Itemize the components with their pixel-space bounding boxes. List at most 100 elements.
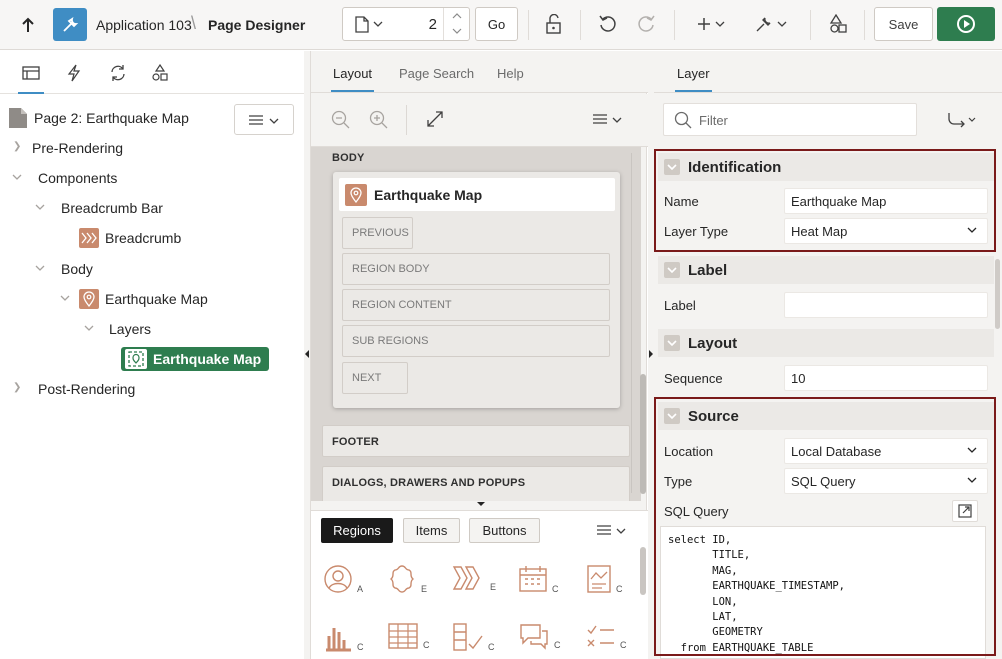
slot-dialogs-drawers-popups[interactable]: DIALOGS, DRAWERS AND POPUPS [322,466,630,501]
tree-page-node[interactable]: Page 2: Earthquake Map [8,106,189,130]
slot-footer[interactable]: FOOTER [322,425,630,457]
tab-page-search[interactable]: Page Search [399,66,474,81]
tree-item-components[interactable]: Components [12,166,117,190]
chevron-down-icon[interactable] [664,408,680,424]
chevron-down-icon[interactable] [60,295,70,301]
label-field[interactable] [784,292,988,318]
location-select[interactable]: Local Database [784,438,988,464]
type-select[interactable]: SQL Query [784,468,988,494]
hamburger-icon[interactable] [593,114,607,124]
tab-layer[interactable]: Layer [675,66,712,92]
tree-label: Earthquake Map [153,351,262,367]
undo-icon[interactable] [596,12,620,36]
gallery-item-avatar[interactable]: A [323,564,363,594]
group-label[interactable]: Label [658,256,994,284]
page-stepper[interactable] [443,8,469,40]
region-card-header[interactable]: Earthquake Map [339,178,615,211]
slot-sub-regions[interactable]: SUB REGIONS [342,325,610,357]
open-code-editor-button[interactable] [952,500,978,522]
tree-item-earthquake-map-region[interactable]: Earthquake Map [60,287,208,311]
chevron-down-icon[interactable] [84,325,94,331]
group-source[interactable]: Source [658,402,994,430]
slot-region-body[interactable]: REGION BODY [342,253,610,285]
gallery-item-content-row[interactable]: C [586,622,627,650]
chevron-right-icon[interactable]: ❯ [13,141,21,152]
breadcrumb-application[interactable]: Application 103 [96,17,192,33]
tab-help[interactable]: Help [497,66,524,81]
tab-shared-components[interactable] [147,62,173,84]
region-card-earthquake-map[interactable]: Earthquake Map PREVIOUS REGION BODY REGI… [333,172,620,408]
chevron-up-icon[interactable] [452,13,462,19]
run-button[interactable] [937,7,995,41]
tab-processing[interactable] [105,62,131,84]
chevron-down-icon[interactable] [452,28,462,34]
app-builder-button[interactable] [53,8,87,41]
chevron-down-icon[interactable] [664,159,680,175]
group-layout[interactable]: Layout [658,329,994,357]
tree-item-layers[interactable]: Layers [84,317,151,341]
utilities-menu-button[interactable] [752,12,790,36]
chevron-down-icon[interactable] [664,262,680,278]
chevron-down-icon[interactable] [35,265,45,271]
layout-toolbar [311,94,648,147]
sql-query-editor[interactable]: select ID, TITLE, MAG, EARTHQUAKE_TIMEST… [660,526,986,659]
tree-item-pre-rendering[interactable]: ❯ Pre-Rendering [13,136,123,160]
comments-icon [520,624,548,650]
page-number-input[interactable]: 2 [429,16,437,33]
splitter-down-icon[interactable] [476,501,486,507]
slot-region-content[interactable]: REGION CONTENT [342,289,610,321]
tree-item-body[interactable]: Body [35,257,93,281]
gallery-tab-regions[interactable]: Regions [321,518,393,543]
shared-components-icon[interactable] [827,12,851,36]
zoom-out-icon[interactable] [331,110,351,130]
layout-canvas[interactable]: BODY Earthquake Map PREVIOUS REGION BODY… [311,147,641,501]
gallery-item-breadcrumb[interactable]: E [452,564,496,592]
slot-previous[interactable]: PREVIOUS [342,217,413,249]
sequence-field[interactable]: 10 [784,365,988,391]
filter-input[interactable]: Filter [663,103,917,136]
layer-type-select[interactable]: Heat Map [784,218,988,244]
gallery-item-badge[interactable]: E [387,564,427,594]
gallery-item-classic-report[interactable]: C [387,622,430,650]
save-button[interactable]: Save [874,7,933,41]
gallery-tab-items[interactable]: Items [403,518,460,543]
gallery-scrollbar[interactable] [640,547,646,595]
tab-dynamic-actions[interactable] [61,62,87,84]
unlock-icon[interactable] [542,12,566,36]
tab-rendering[interactable] [18,62,44,94]
tree-menu-button[interactable] [234,104,294,135]
canvas-scrollbar[interactable] [640,374,646,494]
gallery-tab-buttons[interactable]: Buttons [469,518,540,543]
zoom-in-icon[interactable] [369,110,389,130]
tree-item-breadcrumb-bar[interactable]: Breadcrumb Bar [35,196,163,220]
go-to-group-icon[interactable] [947,112,977,128]
chevron-down-icon[interactable] [612,117,622,123]
tree-item-earthquake-map-layer[interactable]: Earthquake Map [121,347,270,371]
wrench-icon [756,17,771,32]
chevron-down-icon[interactable] [35,204,45,210]
gallery-item-calendar[interactable]: C [518,564,559,594]
tree-item-breadcrumb[interactable]: Breadcrumb [79,226,181,250]
hamburger-icon[interactable] [597,525,611,535]
up-arrow-icon[interactable] [18,15,38,35]
chevron-right-icon[interactable]: ❯ [13,382,21,393]
page-selector[interactable]: 2 [342,7,470,41]
chevron-down-icon[interactable] [12,174,22,180]
gallery-item-chart[interactable]: C [323,622,364,652]
expand-icon[interactable] [426,110,444,128]
gallery-item-cards[interactable]: C [586,564,623,594]
tab-layout[interactable]: Layout [330,66,375,92]
name-field[interactable]: Earthquake Map [784,188,988,214]
chevron-down-icon[interactable] [664,335,680,351]
go-button[interactable]: Go [475,7,518,41]
gallery-item-checklist[interactable]: C [452,622,495,652]
breadcrumb-separator: \ [191,13,197,33]
create-menu-button[interactable] [694,12,728,36]
slot-next[interactable]: NEXT [342,362,408,394]
gallery-item-comments[interactable]: C [518,622,561,650]
property-scrollbar[interactable] [995,259,1000,329]
redo-icon[interactable] [634,12,658,36]
chevron-down-icon[interactable] [616,528,626,534]
tree-item-post-rendering[interactable]: ❯ Post-Rendering [13,377,135,401]
group-identification[interactable]: Identification [658,153,994,181]
